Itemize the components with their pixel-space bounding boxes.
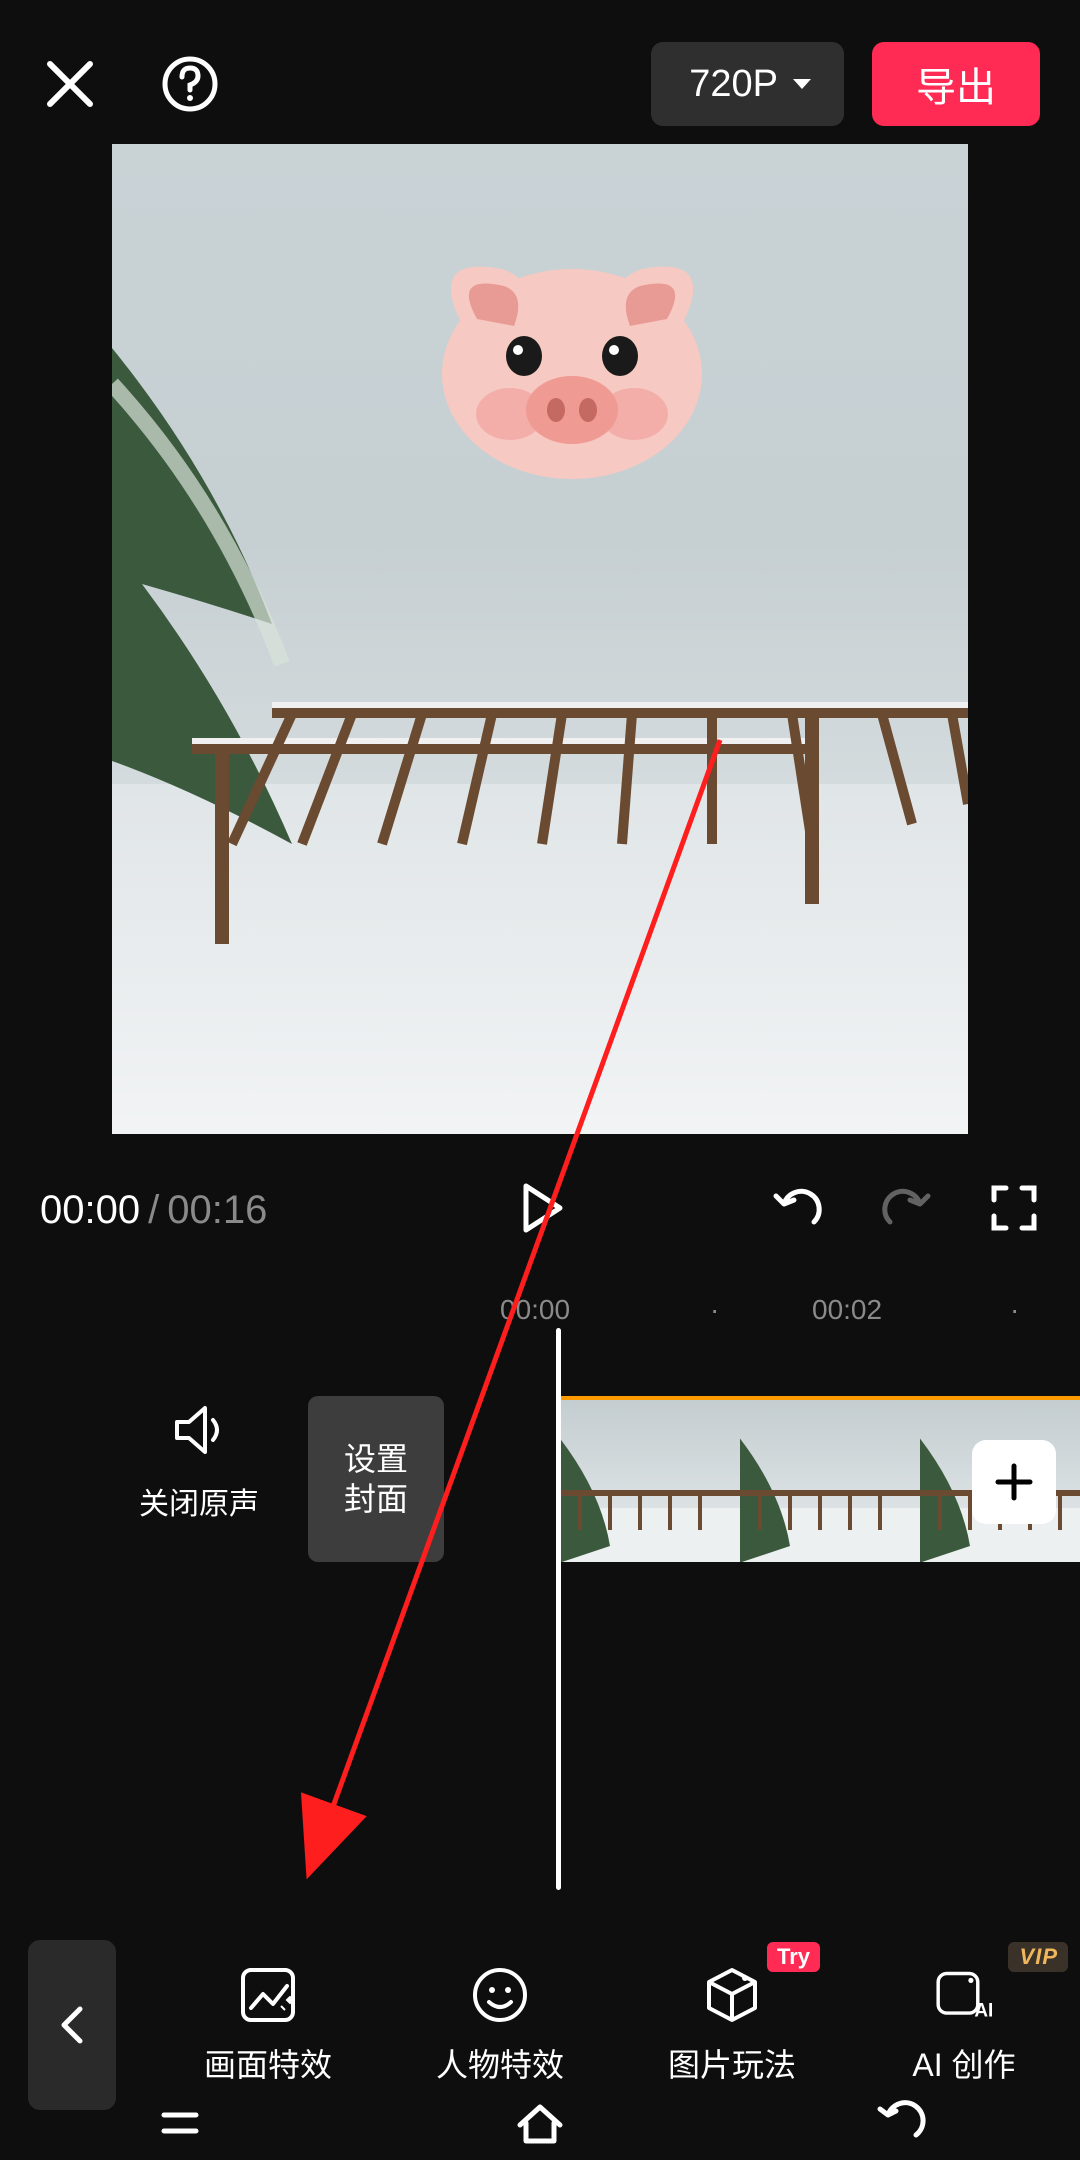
face-effects-icon <box>469 1964 531 2026</box>
export-label: 导出 <box>916 55 996 113</box>
try-badge: Try <box>767 1942 820 1972</box>
playback-bar: 00:00 / 00:16 <box>0 1160 1080 1260</box>
resolution-label: 720P <box>689 63 778 106</box>
video-preview[interactable] <box>112 144 968 1134</box>
ruler-dot: · <box>710 1294 719 1326</box>
tool-ai-create[interactable]: VIP AI AI 创作 <box>848 1964 1080 2086</box>
redo-button[interactable] <box>880 1182 932 1239</box>
nav-recents-button[interactable] <box>152 2095 208 2156</box>
ruler-mark-0: 00:00 <box>500 1294 570 1326</box>
chevron-down-icon <box>790 72 814 96</box>
nav-home-button[interactable] <box>512 2095 568 2156</box>
tool-image-play[interactable]: Try 图片玩法 <box>616 1964 848 2086</box>
tool-face-effects[interactable]: 人物特效 <box>384 1964 616 2086</box>
help-icon[interactable] <box>160 54 220 114</box>
cube-icon <box>701 1964 763 2026</box>
menu-icon <box>152 2095 208 2151</box>
playhead[interactable] <box>556 1328 561 1890</box>
ruler-dot: · <box>1010 1294 1019 1326</box>
speaker-icon <box>169 1400 229 1460</box>
back-icon <box>872 2095 928 2151</box>
toolbar-back-button[interactable] <box>28 1940 116 2110</box>
svg-text:AI: AI <box>974 2001 993 2022</box>
close-icon[interactable] <box>40 54 100 114</box>
clip-thumbnail <box>740 1400 920 1562</box>
mute-label: 关闭原声 <box>134 1479 264 1523</box>
clip-thumbnail <box>560 1400 740 1562</box>
home-icon <box>512 2095 568 2151</box>
pig-sticker[interactable] <box>432 234 712 484</box>
screen-effects-icon <box>237 1964 299 2026</box>
total-time-label: 00:16 <box>167 1188 267 1233</box>
ruler-mark-1: 00:02 <box>812 1294 882 1326</box>
chevron-left-icon <box>58 2005 86 2045</box>
cover-label-line1: 设置 <box>344 1441 408 1477</box>
resolution-button[interactable]: 720P <box>651 42 844 126</box>
tool-label: 人物特效 <box>436 2040 564 2086</box>
nav-back-button[interactable] <box>872 2095 928 2156</box>
top-bar: 720P 导出 <box>0 34 1080 134</box>
add-clip-button[interactable] <box>972 1440 1056 1524</box>
mute-original-audio-button[interactable]: 关闭原声 <box>134 1400 264 1523</box>
export-button[interactable]: 导出 <box>872 42 1040 126</box>
vip-badge: VIP <box>1008 1942 1068 1972</box>
undo-button[interactable] <box>772 1182 824 1239</box>
tool-screen-effects[interactable]: 画面特效 <box>152 1964 384 2086</box>
preview-railing <box>112 644 968 944</box>
tool-label: 画面特效 <box>204 2040 332 2086</box>
set-cover-button[interactable]: 设置 封面 <box>308 1396 444 1562</box>
fullscreen-button[interactable] <box>988 1182 1040 1239</box>
system-nav-bar <box>0 2090 1080 2160</box>
tool-label: 图片玩法 <box>668 2040 796 2086</box>
plus-icon <box>994 1462 1034 1502</box>
tool-label: AI 创作 <box>912 2040 1015 2086</box>
ai-create-icon: AI <box>933 1964 995 2026</box>
current-time-label: 00:00 <box>40 1188 140 1233</box>
cover-label-line2: 封面 <box>344 1481 408 1517</box>
time-separator: / <box>148 1188 159 1233</box>
play-button[interactable] <box>512 1180 568 1241</box>
timeline-ruler[interactable]: 00:00 · 00:02 · <box>0 1280 1080 1340</box>
timeline-track[interactable]: 关闭原声 设置 封面 <box>0 1360 1080 1590</box>
